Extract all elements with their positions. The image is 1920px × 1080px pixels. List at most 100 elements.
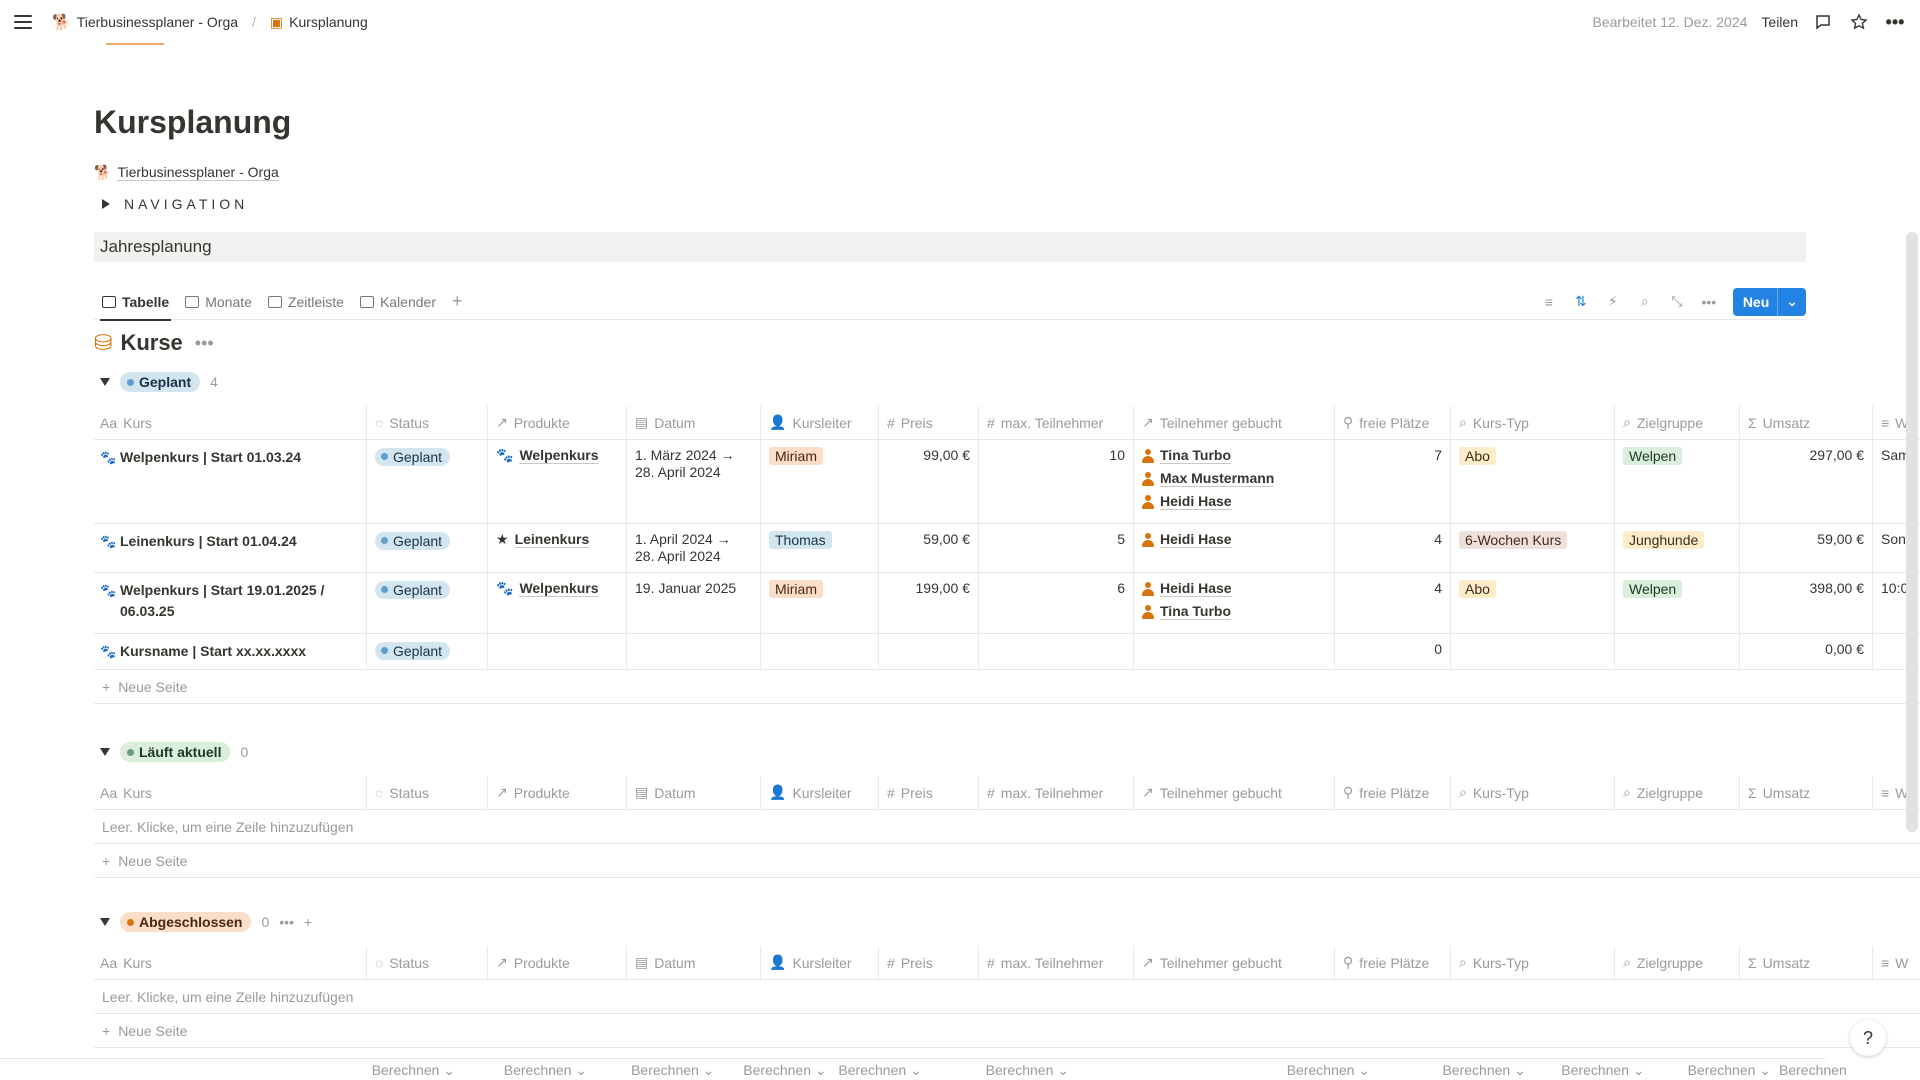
column-header[interactable]: ▤ Datum: [627, 406, 761, 439]
cell-teilnehmer[interactable]: [1134, 634, 1335, 669]
automation-icon[interactable]: ⚡: [1605, 293, 1621, 310]
empty-state[interactable]: Leer. Klicke, um eine Zeile hinzuzufügen: [94, 810, 1920, 844]
column-header[interactable]: ▤ Datum: [627, 946, 761, 979]
row-title[interactable]: 🐾 Welpenkurs | Start 01.03.24: [100, 447, 358, 468]
column-header[interactable]: ↗ Produkte: [488, 406, 627, 439]
cell-freie-plaetze[interactable]: 7: [1335, 440, 1451, 523]
new-page-button[interactable]: + Neue Seite: [94, 670, 1920, 704]
chevron-down-icon[interactable]: ⌄: [1777, 287, 1806, 316]
column-header[interactable]: ◌ Status: [367, 946, 488, 979]
cell-kurs-typ[interactable]: Abo: [1451, 440, 1615, 523]
cell-freie-plaetze[interactable]: 0: [1335, 634, 1451, 669]
cell-datum[interactable]: 1. März 2024 → 28. April 2024: [627, 440, 761, 523]
column-header[interactable]: Σ Umsatz: [1740, 776, 1873, 809]
star-icon[interactable]: [1848, 11, 1870, 33]
cell-max-teilnehmer[interactable]: 6: [979, 573, 1134, 633]
cell-umsatz[interactable]: 398,00 €: [1740, 573, 1873, 633]
group-header[interactable]: Läuft aktuell 0: [100, 742, 248, 762]
column-header[interactable]: ≡ W: [1873, 946, 1920, 979]
empty-state[interactable]: Leer. Klicke, um eine Zeile hinzuzufügen: [94, 980, 1920, 1014]
column-header[interactable]: ⌕ Kurs-Typ: [1451, 406, 1615, 439]
row-title[interactable]: 🐾 Leinenkurs | Start 01.04.24: [100, 531, 358, 552]
column-header[interactable]: # Preis: [879, 776, 979, 809]
new-button[interactable]: Neu ⌄: [1732, 287, 1806, 316]
cell-kurs[interactable]: 🐾 Welpenkurs | Start 01.03.24: [94, 440, 367, 523]
column-header[interactable]: Σ Umsatz: [1740, 946, 1873, 979]
tab-tabelle[interactable]: Tabelle: [94, 284, 177, 321]
cell-teilnehmer[interactable]: Heidi Hase: [1134, 524, 1335, 572]
column-header[interactable]: # max. Teilnehmer: [979, 946, 1134, 979]
column-header[interactable]: ◌ Status: [367, 406, 488, 439]
comment-icon[interactable]: [1812, 11, 1834, 33]
calculate-button[interactable]: Berechnen ⌄: [722, 1059, 834, 1080]
cell-max-teilnehmer[interactable]: 5: [979, 524, 1134, 572]
cell-produkte[interactable]: [488, 634, 627, 669]
calculate-button[interactable]: [1077, 1059, 1268, 1080]
group-add-icon[interactable]: +: [304, 914, 312, 930]
cell-teilnehmer[interactable]: Heidi Hase Tina Turbo: [1134, 573, 1335, 633]
cell-zielgruppe[interactable]: Welpen: [1615, 440, 1740, 523]
cell-kurs-typ[interactable]: [1451, 634, 1615, 669]
breadcrumb-orga[interactable]: Tierbusinessplaner - Orga: [77, 14, 238, 30]
database-more-icon[interactable]: •••: [195, 333, 214, 354]
table-row[interactable]: 🐾 Welpenkurs | Start 19.01.2025 / 06.03.2…: [94, 573, 1920, 634]
column-header[interactable]: 👤 Kursleiter: [761, 946, 879, 979]
cell-kursleiter[interactable]: Miriam: [761, 573, 879, 633]
column-header[interactable]: # Preis: [879, 946, 979, 979]
calculate-button[interactable]: Berechnen ⌄: [463, 1059, 595, 1080]
group-header[interactable]: Abgeschlossen 0 ••• +: [100, 912, 312, 932]
cell-preis[interactable]: 99,00 €: [879, 440, 979, 523]
backlink-label[interactable]: Tierbusinessplaner - Orga: [117, 164, 279, 181]
share-button[interactable]: Teilen: [1761, 14, 1798, 30]
column-header[interactable]: Aa Kurs: [94, 776, 367, 809]
cell-datum[interactable]: 1. April 2024 → 28. April 2024: [627, 524, 761, 572]
row-title[interactable]: 🐾 Kursname | Start xx.xx.xxxx: [100, 641, 358, 662]
navigation-toggle[interactable]: NAVIGATION: [102, 196, 248, 212]
cell-status[interactable]: Geplant: [367, 634, 488, 669]
search-icon[interactable]: ⌕: [1637, 293, 1653, 310]
menu-icon[interactable]: [14, 15, 32, 29]
column-header[interactable]: ⚲ freie Plätze: [1335, 946, 1451, 979]
tab-kalender[interactable]: Kalender: [352, 284, 444, 320]
cell-freie-plaetze[interactable]: 4: [1335, 573, 1451, 633]
column-header[interactable]: Aa Kurs: [94, 406, 367, 439]
calculate-button[interactable]: Berechnen ⌄: [930, 1059, 1077, 1080]
cell-kursleiter[interactable]: Thomas: [761, 524, 879, 572]
table-row[interactable]: 🐾 Kursname | Start xx.xx.xxxx Geplant 0 0,00…: [94, 634, 1920, 670]
calculate-button[interactable]: Berechnen ⌄: [835, 1059, 930, 1080]
cell-kursleiter[interactable]: Miriam: [761, 440, 879, 523]
database-title-label[interactable]: Kurse: [120, 330, 182, 356]
scrollbar[interactable]: [1906, 232, 1918, 832]
calculate-button[interactable]: Berechnen ⌄: [1653, 1059, 1779, 1080]
add-view-icon[interactable]: +: [452, 291, 463, 312]
collapse-triangle-icon[interactable]: [100, 748, 110, 756]
cell-zielgruppe[interactable]: Welpen: [1615, 573, 1740, 633]
participant-item[interactable]: Heidi Hase: [1142, 493, 1326, 510]
cell-umsatz[interactable]: 0,00 €: [1740, 634, 1873, 669]
cell-freie-plaetze[interactable]: 4: [1335, 524, 1451, 572]
more-icon[interactable]: •••: [1884, 11, 1906, 33]
column-header[interactable]: Aa Kurs: [94, 946, 367, 979]
calculate-button[interactable]: Berechnen ⌄: [1534, 1059, 1653, 1080]
column-header[interactable]: Σ Umsatz: [1740, 406, 1873, 439]
tab-monate[interactable]: Monate: [177, 284, 260, 320]
cell-preis[interactable]: 199,00 €: [879, 573, 979, 633]
filter-icon[interactable]: ≡: [1541, 294, 1557, 310]
view-options-icon[interactable]: •••: [1701, 294, 1717, 310]
cell-kurs[interactable]: 🐾 Leinenkurs | Start 01.04.24: [94, 524, 367, 572]
group-header[interactable]: Geplant 4: [100, 372, 218, 392]
breadcrumb-kursplanung[interactable]: Kursplanung: [289, 14, 368, 30]
cell-max-teilnehmer[interactable]: 10: [979, 440, 1134, 523]
cell-status[interactable]: Geplant: [367, 440, 488, 523]
group-more-icon[interactable]: •••: [279, 914, 294, 930]
relation-item[interactable]: 🐾 Welpenkurs: [496, 580, 618, 597]
sort-icon[interactable]: ⇅: [1573, 293, 1589, 310]
cell-datum[interactable]: [627, 634, 761, 669]
calculate-button[interactable]: [0, 1059, 348, 1080]
column-header[interactable]: # max. Teilnehmer: [979, 406, 1134, 439]
column-header[interactable]: 👤 Kursleiter: [761, 406, 879, 439]
column-header[interactable]: ⌕ Kurs-Typ: [1451, 946, 1615, 979]
cell-kurs-typ[interactable]: Abo: [1451, 573, 1615, 633]
column-header[interactable]: # max. Teilnehmer: [979, 776, 1134, 809]
tab-zeitleiste[interactable]: Zeitleiste: [260, 284, 352, 320]
